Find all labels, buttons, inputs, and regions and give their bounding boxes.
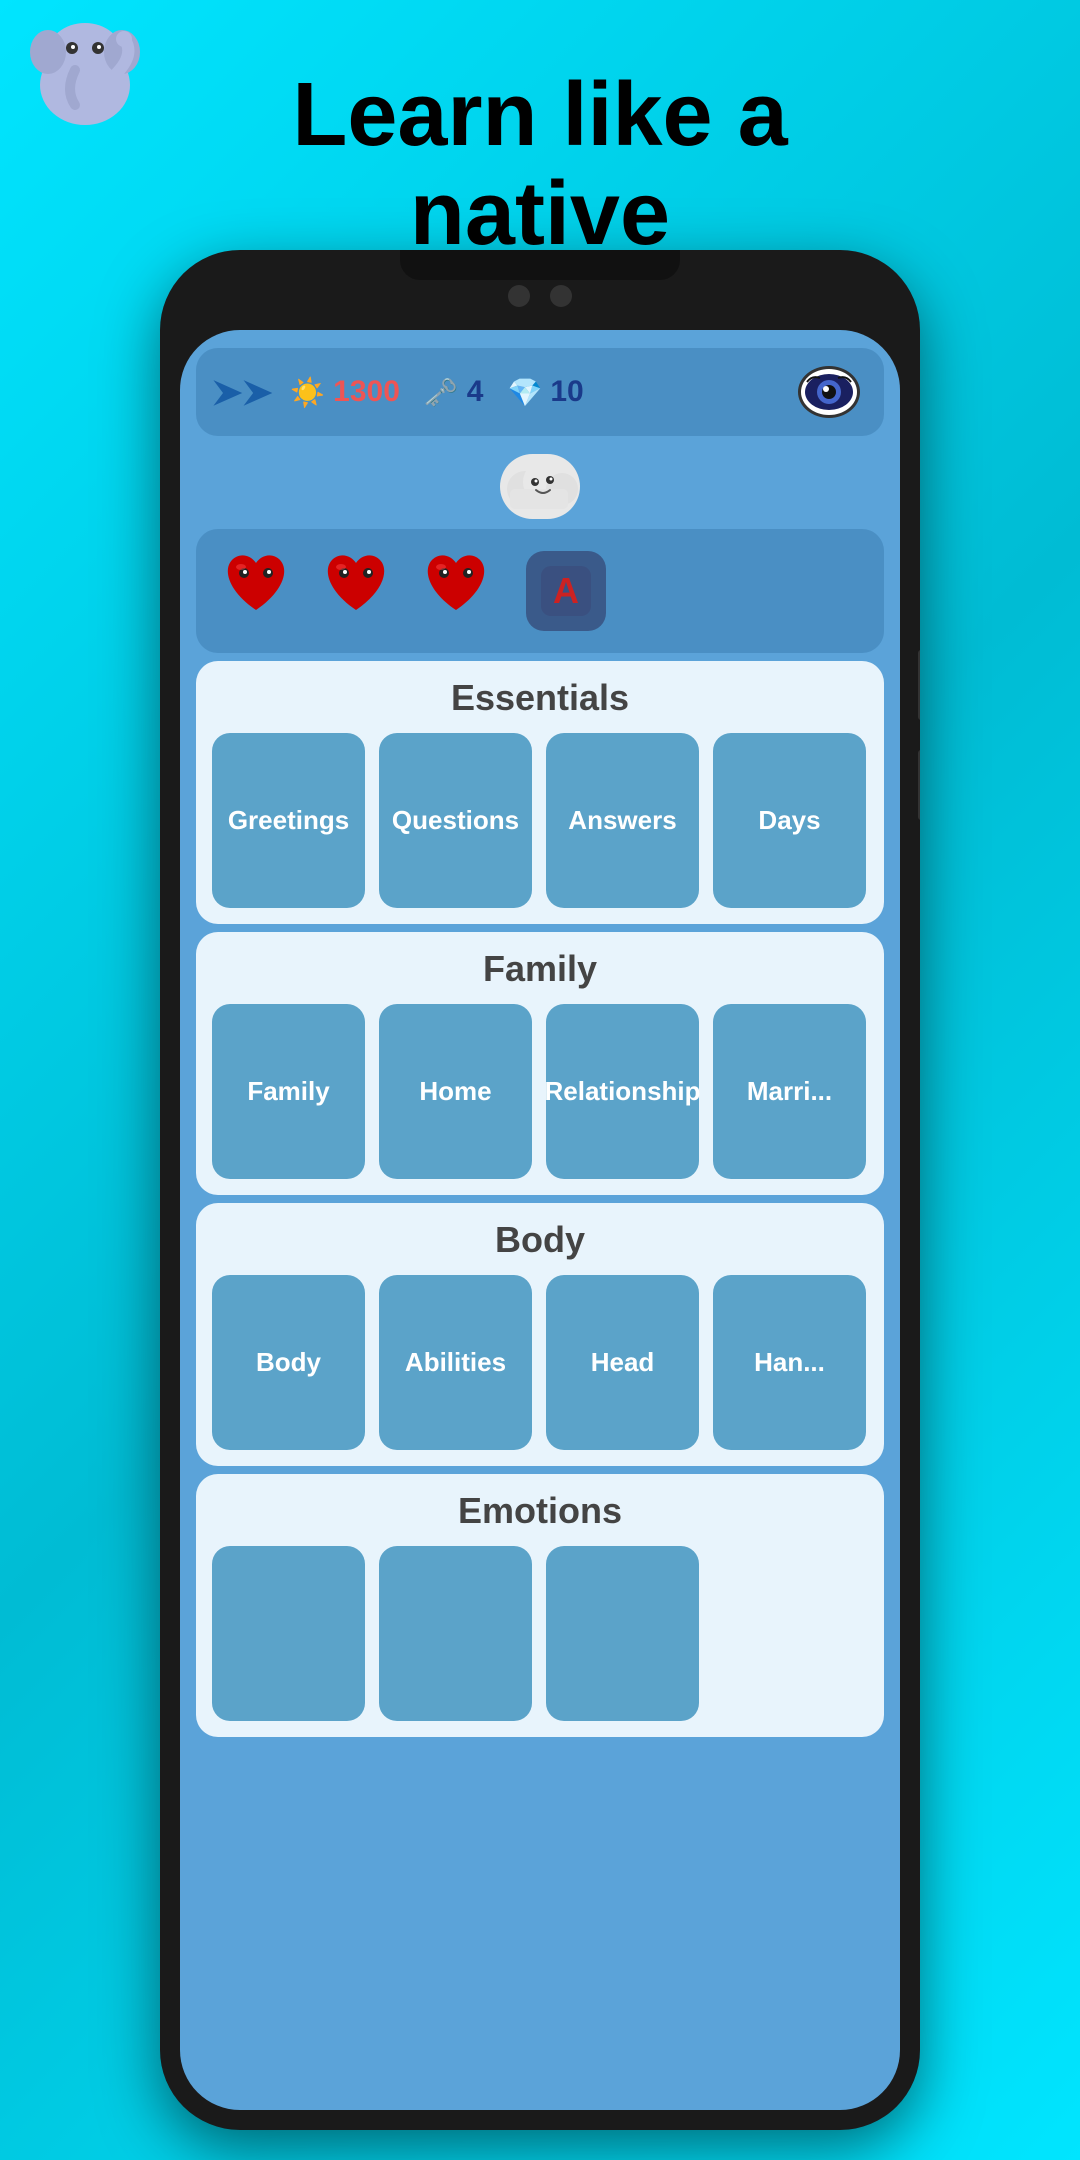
arrow-icon: ⮞⮞ <box>213 373 273 411</box>
card-answers[interactable]: Answers <box>546 733 699 908</box>
gems-value: 10 <box>550 375 583 409</box>
card-greetings-label: Greetings <box>220 797 357 844</box>
card-body[interactable]: Body <box>212 1275 365 1450</box>
family-section: Family Family Home Relationship Marri... <box>196 932 884 1195</box>
card-relationship[interactable]: Relationship <box>546 1004 699 1179</box>
camera-area <box>508 285 572 307</box>
emotions-section: Emotions <box>196 1474 884 1737</box>
gems-item: 💎 10 <box>507 375 583 409</box>
body-section: Body Body Abilities Head Han... <box>196 1203 884 1466</box>
card-greetings[interactable]: Greetings <box>212 733 365 908</box>
svg-text:A: A <box>553 570 579 611</box>
status-panel: ⮞⮞ ☀️ 1300 🗝️ 4 💎 10 <box>196 348 884 436</box>
card-abilities[interactable]: Abilities <box>379 1275 532 1450</box>
card-emotion-2[interactable] <box>379 1546 532 1721</box>
letter-badge[interactable]: A <box>526 551 606 631</box>
card-body-label: Body <box>248 1339 329 1386</box>
card-family-label: Family <box>239 1068 337 1115</box>
header-area: Learn like a native <box>0 0 1080 280</box>
essentials-section: Essentials Greetings Questions Answers D… <box>196 661 884 924</box>
camera-dot-1 <box>508 285 530 307</box>
keys-item: 🗝️ 4 <box>424 375 484 409</box>
card-emotion-1[interactable] <box>212 1546 365 1721</box>
card-home[interactable]: Home <box>379 1004 532 1179</box>
emotions-cards <box>212 1546 868 1721</box>
body-title: Body <box>212 1219 868 1261</box>
card-emotion-3[interactable] <box>546 1546 699 1721</box>
card-emotion-2-label <box>448 1626 464 1642</box>
keys-value: 4 <box>467 375 484 409</box>
card-questions-label: Questions <box>384 797 527 844</box>
card-head[interactable]: Head <box>546 1275 699 1450</box>
card-hands[interactable]: Han... <box>713 1275 866 1450</box>
heart-2 <box>316 545 396 637</box>
mascot-elephant <box>20 10 150 140</box>
cloud-mascot-row <box>180 446 900 523</box>
family-cards: Family Home Relationship Marri... <box>212 1004 868 1179</box>
eye-button[interactable] <box>798 366 860 418</box>
status-left: ⮞⮞ ☀️ 1300 🗝️ 4 💎 10 <box>220 373 584 411</box>
energy-item: ☀️ 1300 <box>290 375 400 409</box>
card-abilities-label: Abilities <box>397 1339 514 1386</box>
energy-value: 1300 <box>333 375 400 409</box>
sun-icon: ☀️ <box>290 376 325 409</box>
gem-icon: 💎 <box>507 376 542 409</box>
card-home-label: Home <box>411 1068 499 1115</box>
phone-frame: ⮞⮞ ☀️ 1300 🗝️ 4 💎 10 <box>160 250 920 2130</box>
side-button-1 <box>918 650 920 720</box>
card-family[interactable]: Family <box>212 1004 365 1179</box>
card-marriage[interactable]: Marri... <box>713 1004 866 1179</box>
card-relationship-label: Relationship <box>537 1068 709 1115</box>
essentials-cards: Greetings Questions Answers Days <box>212 733 868 908</box>
essentials-title: Essentials <box>212 677 868 719</box>
camera-dot-2 <box>550 285 572 307</box>
card-emotion-1-label <box>281 1626 297 1642</box>
phone-notch <box>400 250 680 280</box>
family-title: Family <box>212 948 868 990</box>
card-days[interactable]: Days <box>713 733 866 908</box>
body-cards: Body Abilities Head Han... <box>212 1275 868 1450</box>
page-title: Learn like a native <box>292 46 787 264</box>
heart-1 <box>216 545 296 637</box>
card-emotion-3-label <box>615 1626 631 1642</box>
emotions-title: Emotions <box>212 1490 868 1532</box>
phone-screen[interactable]: ⮞⮞ ☀️ 1300 🗝️ 4 💎 10 <box>180 330 900 2110</box>
key-icon: 🗝️ <box>424 376 459 409</box>
card-answers-label: Answers <box>560 797 684 844</box>
card-marriage-label: Marri... <box>739 1068 840 1115</box>
cloud-mascot <box>500 454 580 519</box>
card-head-label: Head <box>583 1339 663 1386</box>
card-days-label: Days <box>750 797 828 844</box>
card-questions[interactable]: Questions <box>379 733 532 908</box>
hearts-panel: A <box>196 529 884 653</box>
heart-3 <box>416 545 496 637</box>
card-hands-label: Han... <box>746 1339 833 1386</box>
side-button-2 <box>918 750 920 820</box>
